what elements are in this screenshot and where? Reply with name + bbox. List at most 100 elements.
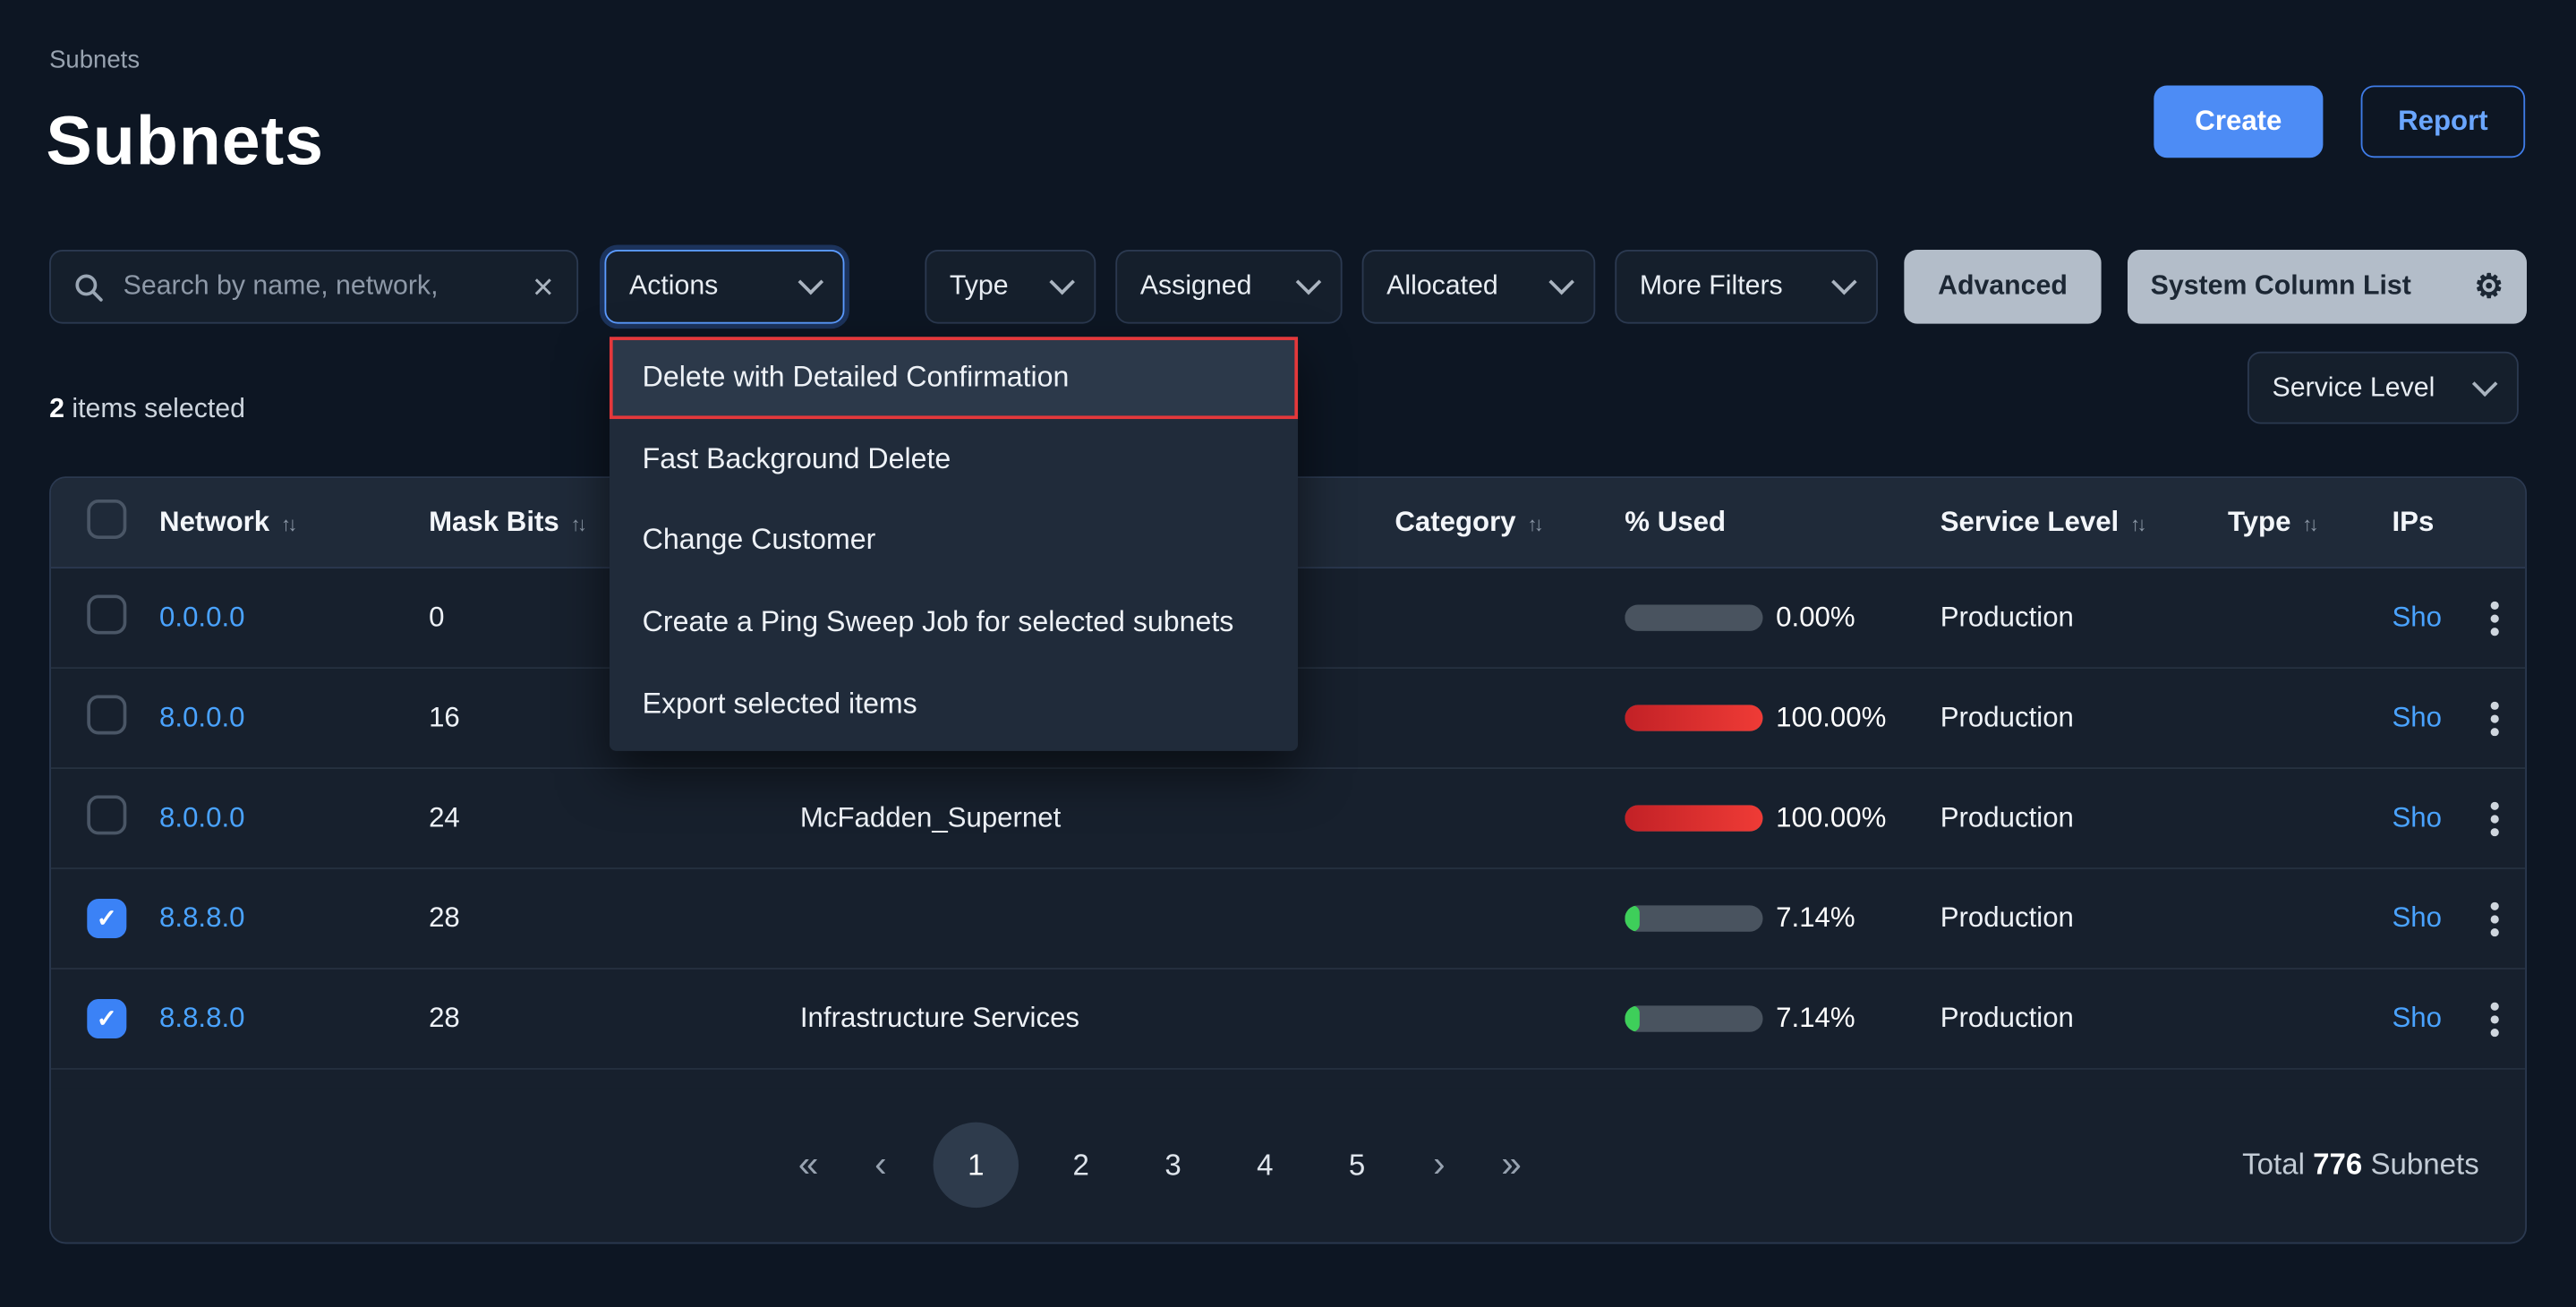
ips-link[interactable]: Sho [2392,1003,2442,1034]
menu-item-create-ping-sweep-job[interactable]: Create a Ping Sweep Job for selected sub… [610,582,1298,663]
usage-bar-fill [1625,905,1640,931]
chevron-down-icon [1548,269,1574,295]
total-count-text: Total 776 Subnets [2242,1148,2479,1183]
page-button[interactable]: 4 [1235,1148,1294,1183]
gear-icon: ⚙ [2474,270,2503,303]
chevron-down-icon [1049,269,1075,295]
network-link[interactable]: 8.0.0.0 [159,702,244,733]
pagination: 1 2 3 4 5 [789,1123,1531,1208]
column-header-category[interactable]: Category [1395,506,1625,539]
usage-bar [1625,905,1762,931]
system-column-list-button[interactable]: System Column List ⚙ [2128,250,2527,324]
row-checkbox[interactable] [87,594,126,634]
service-level-dropdown-label: Service Level [2272,372,2456,404]
row-menu-icon[interactable] [2490,614,2498,622]
select-all-checkbox[interactable] [87,499,126,538]
search-input[interactable] [120,269,523,304]
chevron-down-icon [798,269,824,295]
total-count: 776 [2313,1148,2362,1181]
column-header-ips-label: IPs [2392,506,2434,539]
usage-bar-fill [1625,805,1762,831]
used-percent: 0.00% [1776,602,1855,635]
table-footer: 1 2 3 4 5 Total 776 Subnets [51,1088,2525,1243]
column-header-used-label: % Used [1625,506,1726,539]
allocated-filter-dropdown[interactable]: Allocated [1362,250,1596,324]
selected-count: 2 [49,395,64,424]
network-link[interactable]: 0.0.0.0 [159,602,244,633]
total-prefix: Total [2242,1148,2305,1181]
row-checkbox[interactable] [87,999,126,1038]
row-menu-icon[interactable] [2490,714,2498,722]
type-filter-dropdown[interactable]: Type [925,250,1096,324]
ips-link[interactable]: Sho [2392,602,2442,633]
table-row: 8.0.0.0 24 McFadden_Supernet 100.00% Pro… [51,769,2525,869]
sort-icon [2130,506,2144,539]
row-menu-icon[interactable] [2490,814,2498,822]
clear-search-icon[interactable]: × [533,269,554,304]
usage-bar [1625,1005,1762,1031]
ips-link[interactable]: Sho [2392,902,2442,934]
row-checkbox[interactable] [87,694,126,733]
usage-bar-fill [1625,705,1762,730]
ips-link[interactable]: Sho [2392,702,2442,733]
chevron-down-icon [2472,371,2498,397]
column-header-service-level-label: Service Level [1941,506,2120,539]
column-header-ips[interactable]: IPs [2392,506,2462,539]
sort-icon [1527,506,1540,539]
type-filter-label: Type [950,271,1034,303]
allocated-filter-label: Allocated [1386,271,1532,303]
used-percent: 100.00% [1776,702,1886,735]
column-header-used[interactable]: % Used [1625,506,1940,539]
used-percent: 7.14% [1776,1003,1855,1036]
first-page-icon[interactable] [789,1144,828,1187]
page-button[interactable]: 2 [1052,1148,1111,1183]
table-row-partial [51,1070,2525,1088]
table-row: 8.8.8.0 28 Infrastructure Services 7.14%… [51,970,2525,1070]
usage-bar [1625,705,1762,730]
advanced-button[interactable]: Advanced [1904,250,2101,324]
prev-page-icon[interactable] [861,1144,900,1187]
sort-icon [281,506,294,539]
network-link[interactable]: 8.0.0.0 [159,802,244,833]
breadcrumb: Subnets [49,46,140,73]
row-menu-icon[interactable] [2490,1014,2498,1022]
actions-dropdown-label: Actions [629,271,782,303]
network-link[interactable]: 8.8.8.0 [159,902,244,934]
filter-bar: × Actions Type Assigned Allocated More F… [49,250,2527,324]
page-title: Subnets [46,102,324,181]
assigned-filter-dropdown[interactable]: Assigned [1115,250,1342,324]
page-button[interactable]: 3 [1144,1148,1203,1183]
menu-item-fast-background-delete[interactable]: Fast Background Delete [610,418,1298,500]
column-header-type-label: Type [2228,506,2291,539]
network-link[interactable]: 8.8.8.0 [159,1003,244,1034]
menu-item-export-selected-items[interactable]: Export selected items [610,663,1298,745]
column-header-network[interactable]: Network [159,506,429,539]
total-suffix: Subnets [2371,1148,2479,1181]
actions-dropdown[interactable]: Actions [604,250,844,324]
page-button[interactable]: 5 [1327,1148,1386,1183]
usage-bar [1625,604,1762,630]
row-checkbox[interactable] [87,899,126,938]
column-header-service-level[interactable]: Service Level [1941,506,2228,539]
report-button[interactable]: Report [2361,85,2526,158]
selected-count-suffix: items selected [72,395,245,424]
next-page-icon[interactable] [1420,1144,1459,1187]
ips-link[interactable]: Sho [2392,802,2442,833]
assigned-filter-label: Assigned [1140,271,1280,303]
more-filters-dropdown[interactable]: More Filters [1615,250,1878,324]
column-header-type[interactable]: Type [2228,506,2393,539]
page-button[interactable]: 1 [934,1123,1019,1208]
table-row: 8.8.8.0 28 7.14% Production Sho [51,869,2525,970]
menu-item-delete-with-detailed-confirmation[interactable]: Delete with Detailed Confirmation [610,337,1298,418]
column-header-mask-bits-label: Mask Bits [429,506,559,539]
service-level-cell: Production [1941,602,2228,635]
menu-item-change-customer[interactable]: Change Customer [610,500,1298,581]
usage-bar-fill [1625,1005,1640,1031]
service-level-dropdown[interactable]: Service Level [2248,352,2519,424]
row-menu-icon[interactable] [2490,914,2498,922]
create-button[interactable]: Create [2154,85,2323,158]
row-checkbox[interactable] [87,794,126,833]
search-box[interactable]: × [49,250,578,324]
last-page-icon[interactable] [1492,1144,1531,1187]
used-percent: 100.00% [1776,802,1886,835]
